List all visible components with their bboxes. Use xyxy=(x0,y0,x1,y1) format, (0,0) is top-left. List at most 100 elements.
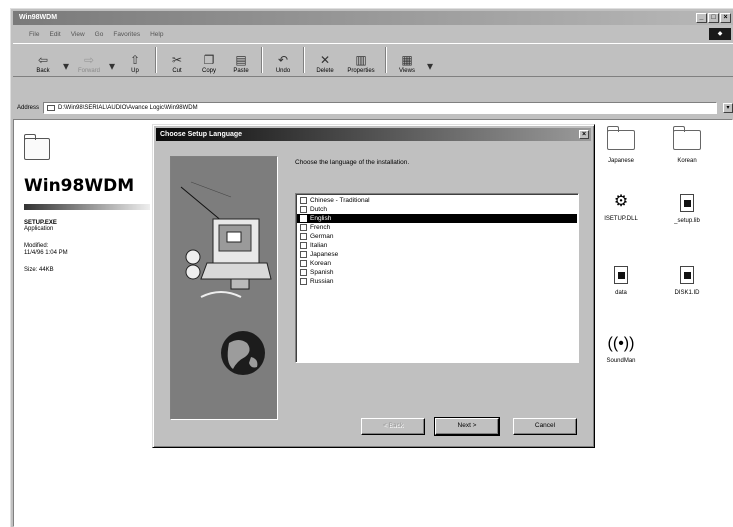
minimize-button[interactable]: _ xyxy=(696,13,707,23)
document-icon xyxy=(680,266,694,284)
language-label: Korean xyxy=(310,260,331,267)
windows-logo-icon: ◆ xyxy=(709,28,731,40)
toolbar-separator xyxy=(261,47,263,73)
undo-button[interactable]: ↶ Undo xyxy=(267,44,299,76)
paste-label: Paste xyxy=(233,68,249,74)
computer-globe-illustration xyxy=(180,181,272,375)
large-folder-icon xyxy=(24,134,50,160)
dropdown-arrow-icon: ▾ xyxy=(426,59,434,73)
language-item-selected[interactable]: English xyxy=(297,214,577,223)
language-checkbox-icon xyxy=(300,260,307,267)
file-item-data[interactable]: data xyxy=(596,266,646,296)
language-item[interactable]: Chinese - Traditional xyxy=(297,196,577,205)
properties-button[interactable]: ▥ Properties xyxy=(341,44,381,76)
language-list[interactable]: Chinese - Traditional Dutch English Fren… xyxy=(295,193,579,363)
back-dialog-button[interactable]: < Back xyxy=(361,418,425,435)
file-item-disk1-id[interactable]: DISK1.ID xyxy=(662,266,712,296)
language-item[interactable]: Russian xyxy=(297,277,577,286)
forward-dropdown-button[interactable]: ▾ xyxy=(105,44,119,76)
menu-edit[interactable]: Edit xyxy=(49,31,60,38)
dialog-titlebar[interactable]: Choose Setup Language × xyxy=(156,128,591,141)
dropdown-arrow-icon: ▾ xyxy=(62,59,70,73)
paste-icon: ▤ xyxy=(235,53,247,67)
file-label: Korean xyxy=(677,158,697,164)
close-button[interactable]: × xyxy=(720,13,731,23)
menu-go[interactable]: Go xyxy=(95,31,104,38)
undo-icon: ↶ xyxy=(277,53,289,67)
language-item[interactable]: Spanish xyxy=(297,268,577,277)
file-item-isetup-dll[interactable]: ⚙ ISETUP.DLL xyxy=(596,192,646,222)
menu-favorites[interactable]: Favorites xyxy=(113,31,140,38)
address-value: D:\Win98\SERIAL\AUDIO\Avance Logic\Win98… xyxy=(58,105,198,111)
menu-help[interactable]: Help xyxy=(150,31,163,38)
language-checkbox-icon xyxy=(300,197,307,204)
file-item-setup-lib[interactable]: _setup.lib xyxy=(662,194,712,224)
folder-icon xyxy=(673,126,701,150)
file-label: SoundMan xyxy=(606,358,636,364)
paste-button[interactable]: ▤ Paste xyxy=(225,44,257,76)
menu-view[interactable]: View xyxy=(71,31,85,38)
language-label: German xyxy=(310,233,334,240)
language-checkbox-icon xyxy=(300,251,307,258)
window-title: Win98WDM xyxy=(19,14,58,21)
delete-button[interactable]: ✕ Delete xyxy=(309,44,341,76)
delete-label: Delete xyxy=(316,68,334,74)
address-bar: Address D:\Win98\SERIAL\AUDIO\Avance Log… xyxy=(13,101,733,115)
language-item[interactable]: Korean xyxy=(297,259,577,268)
dialog-close-button[interactable]: × xyxy=(579,130,589,139)
properties-label: Properties xyxy=(347,68,375,74)
file-item-japanese[interactable]: Japanese xyxy=(596,126,646,164)
back-dropdown-button[interactable]: ▾ xyxy=(59,44,73,76)
next-button[interactable]: Next > xyxy=(434,417,500,436)
document-icon xyxy=(614,266,628,284)
file-item-korean[interactable]: Korean xyxy=(662,126,712,164)
address-field[interactable]: D:\Win98\SERIAL\AUDIO\Avance Logic\Win98… xyxy=(43,102,717,114)
file-label: data xyxy=(615,290,627,296)
modified-label: Modified: xyxy=(24,243,49,249)
undo-label: Undo xyxy=(275,68,291,74)
toolbar-separator xyxy=(303,47,305,73)
up-folder-icon: ⇧ xyxy=(129,53,141,67)
folder-icon xyxy=(47,105,56,111)
dialog-title: Choose Setup Language xyxy=(160,131,243,138)
menu-file[interactable]: File xyxy=(29,31,39,38)
up-label: Up xyxy=(131,68,139,74)
back-button[interactable]: ⇦ Back xyxy=(27,44,59,76)
toolbar-separator xyxy=(385,47,387,73)
forward-button[interactable]: ⇨ Forward xyxy=(73,44,105,76)
language-label: Chinese - Traditional xyxy=(310,197,370,204)
delete-x-icon: ✕ xyxy=(319,53,331,67)
file-label: DISK1.ID xyxy=(674,290,700,296)
window-titlebar[interactable]: Win98WDM _ □ × xyxy=(13,11,733,25)
copy-button[interactable]: ❐ Copy xyxy=(193,44,225,76)
language-checkbox-icon xyxy=(300,278,307,285)
cancel-button[interactable]: Cancel xyxy=(513,418,577,435)
selected-file-type: Application xyxy=(24,226,54,232)
file-icon-grid: Japanese Korean ⚙ ISETUP.DLL _setup.lib … xyxy=(596,126,726,400)
language-checkbox-icon xyxy=(300,215,307,222)
views-button[interactable]: ▦ Views xyxy=(391,44,423,76)
language-item[interactable]: Italian xyxy=(297,241,577,250)
address-dropdown-button[interactable]: ▾ xyxy=(723,103,733,113)
maximize-button[interactable]: □ xyxy=(708,13,719,23)
views-label: Views xyxy=(399,68,415,74)
forward-arrow-icon: ⇨ xyxy=(83,53,95,67)
language-item[interactable]: German xyxy=(297,232,577,241)
views-icon: ▦ xyxy=(401,53,413,67)
file-item-soundman[interactable]: ((•)) SoundMan xyxy=(596,334,646,364)
language-item[interactable]: French xyxy=(297,223,577,232)
file-size: Size: 44KB xyxy=(24,267,54,273)
back-arrow-icon: ⇦ xyxy=(37,53,49,67)
up-button[interactable]: ⇧ Up xyxy=(119,44,151,76)
language-item[interactable]: Dutch xyxy=(297,205,577,214)
cut-label: Cut xyxy=(172,68,182,74)
language-checkbox-icon xyxy=(300,224,307,231)
language-item[interactable]: Japanese xyxy=(297,250,577,259)
views-dropdown-button[interactable]: ▾ xyxy=(423,44,437,76)
cut-button[interactable]: ✂ Cut xyxy=(161,44,193,76)
language-prompt: Choose the language of the installation. xyxy=(295,159,410,166)
language-checkbox-icon xyxy=(300,242,307,249)
toolbar-separator xyxy=(155,47,157,73)
scissors-icon: ✂ xyxy=(171,53,183,67)
file-label: ISETUP.DLL xyxy=(604,216,638,222)
